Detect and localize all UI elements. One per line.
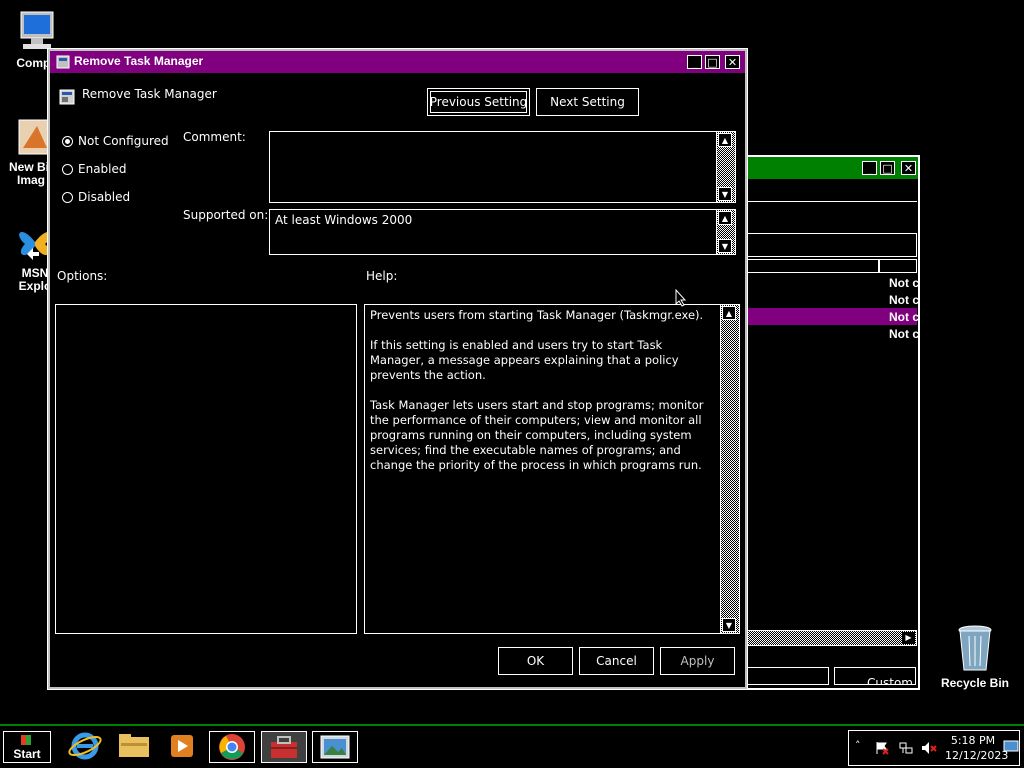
taskbar: Start ˄ 5:18 PM 12/12/2023	[0, 724, 1024, 768]
background-address-field[interactable]	[747, 233, 917, 257]
apply-button[interactable]: Apply	[660, 647, 735, 675]
radio-enabled[interactable]: Enabled	[62, 162, 182, 178]
list-item[interactable]: Not c	[889, 276, 919, 290]
previous-setting-button[interactable]: Previous Setting	[427, 88, 530, 116]
scroll-up-arrow[interactable]: ▲	[718, 211, 732, 225]
ok-button[interactable]: OK	[498, 647, 573, 675]
maximize-button[interactable]: □	[880, 161, 895, 175]
taskbar-app-image-viewer[interactable]	[312, 731, 358, 763]
radio-button[interactable]	[62, 136, 73, 147]
list-item[interactable]: Not c	[889, 293, 919, 307]
scroll-down-arrow[interactable]: ▼	[718, 187, 732, 201]
show-hidden-icons-icon[interactable]: ˄	[855, 739, 861, 752]
taskbar-app-ie[interactable]	[63, 731, 109, 763]
supported-on-field[interactable]: At least Windows 2000 ▲ ▼	[269, 209, 736, 255]
next-setting-button[interactable]: Next Setting	[536, 88, 639, 116]
background-button-label: Custom	[867, 676, 913, 685]
supported-on-value: At least Windows 2000	[275, 213, 413, 227]
comment-label: Comment:	[183, 130, 246, 144]
horizontal-scrollbar[interactable]: ▶	[747, 630, 917, 646]
scroll-down-arrow[interactable]: ▼	[718, 239, 732, 253]
desktop-icon-recycle-bin[interactable]: Recycle Bin	[937, 624, 1013, 690]
close-button[interactable]: ✕	[901, 161, 916, 175]
background-button[interactable]	[747, 667, 829, 685]
supported-on-label: Supported on:	[183, 208, 269, 222]
minimize-button[interactable]: _	[687, 55, 702, 69]
help-paragraph: Prevents users from starting Task Manage…	[370, 308, 704, 322]
maximize-button[interactable]: □	[705, 55, 720, 69]
radio-disabled[interactable]: Disabled	[62, 190, 182, 206]
policy-setting-dialog[interactable]: Remove Task Manager _ □ ✕ Remove Task Ma…	[47, 48, 748, 690]
desktop-icon-label: Recycle Bin	[940, 676, 1010, 690]
mouse-cursor-icon	[675, 289, 687, 307]
computer-icon	[20, 11, 54, 49]
network-icon[interactable]	[899, 741, 913, 755]
image-viewer-icon	[320, 735, 350, 759]
show-desktop-icon[interactable]	[1003, 740, 1019, 754]
start-label: Start	[13, 747, 41, 761]
scroll-down-arrow[interactable]: ▼	[722, 618, 736, 632]
help-label: Help:	[366, 269, 398, 283]
policy-icon	[56, 55, 70, 69]
clock-time[interactable]: 5:18 PM	[943, 734, 1003, 747]
file-explorer-icon	[119, 734, 149, 757]
media-player-icon	[171, 735, 193, 757]
list-item[interactable]: Not c	[889, 327, 919, 341]
taskbar-app-explorer[interactable]	[111, 731, 157, 763]
chrome-icon	[219, 734, 245, 760]
system-tray: ˄ 5:18 PM 12/12/2023	[848, 730, 1020, 766]
radio-button[interactable]	[62, 164, 73, 175]
setting-icon	[59, 89, 75, 105]
radio-label: Disabled	[78, 190, 131, 204]
supported-scrollbar[interactable]: ▲ ▼	[716, 210, 735, 254]
options-panel[interactable]	[55, 304, 357, 634]
recycle-bin-icon	[958, 625, 992, 671]
divider	[747, 201, 917, 202]
setting-name: Remove Task Manager	[82, 87, 217, 101]
background-list-header[interactable]	[747, 259, 917, 273]
help-paragraph: If this setting is enabled and users try…	[370, 338, 679, 382]
scroll-up-arrow[interactable]: ▲	[722, 306, 736, 320]
scroll-right-arrow[interactable]: ▶	[902, 632, 915, 644]
taskbar-app-toolbox[interactable]	[261, 731, 307, 763]
toolbox-icon	[271, 736, 297, 758]
help-paragraph: Task Manager lets users start and stop p…	[370, 398, 704, 472]
help-panel[interactable]: Prevents users from starting Task Manage…	[364, 304, 740, 634]
volume-muted-icon[interactable]	[921, 741, 937, 755]
radio-label: Not Configured	[78, 134, 169, 148]
internet-explorer-icon	[68, 732, 102, 760]
radio-not-configured[interactable]: Not Configured	[62, 134, 182, 150]
dialog-titlebar[interactable]: Remove Task Manager _ □ ✕	[50, 51, 745, 73]
radio-button[interactable]	[62, 192, 73, 203]
taskbar-app-chrome[interactable]	[209, 731, 255, 763]
help-text: Prevents users from starting Task Manage…	[370, 308, 715, 473]
close-button[interactable]: ✕	[725, 55, 740, 69]
taskbar-app-media-player[interactable]	[159, 731, 205, 763]
cancel-button[interactable]: Cancel	[579, 647, 654, 675]
scroll-up-arrow[interactable]: ▲	[718, 133, 732, 147]
list-item[interactable]: Not c	[889, 310, 919, 324]
comment-scrollbar[interactable]: ▲ ▼	[716, 132, 735, 202]
options-label: Options:	[57, 269, 108, 283]
action-center-flag-icon[interactable]	[875, 741, 889, 755]
dialog-title: Remove Task Manager	[74, 54, 204, 68]
background-button[interactable]: Custom	[834, 667, 916, 685]
start-button[interactable]: Start	[3, 731, 51, 763]
minimize-button[interactable]: _	[862, 161, 877, 175]
radio-label: Enabled	[78, 162, 127, 176]
comment-field[interactable]: ▲ ▼	[269, 131, 736, 203]
windows-logo-icon	[21, 735, 31, 745]
help-scrollbar[interactable]: ▲ ▼	[720, 305, 739, 633]
clock-date[interactable]: 12/12/2023	[945, 749, 1008, 762]
